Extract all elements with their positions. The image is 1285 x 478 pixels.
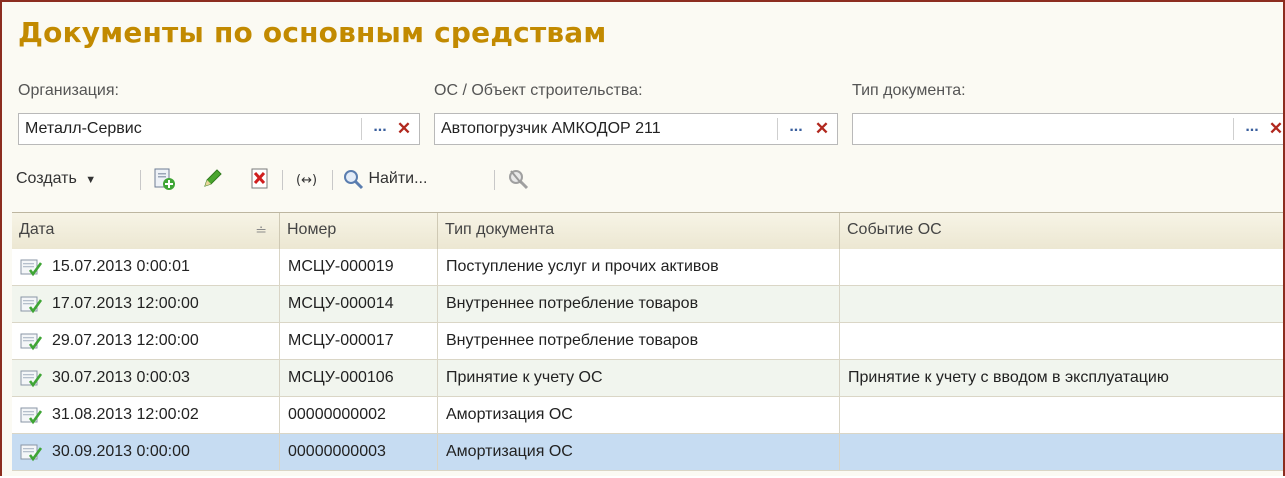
organization-clear-button[interactable]: ✕ xyxy=(395,118,413,140)
column-header-number[interactable]: Номер xyxy=(280,213,438,249)
column-header-label: Тип документа xyxy=(445,221,555,238)
cell-date: 31.08.2013 12:00:02 xyxy=(12,397,280,433)
cell-number: МСЦУ-000106 xyxy=(280,360,438,396)
table-header: Дата ≐ Номер Тип документа Событие ОС xyxy=(12,212,1283,250)
field-divider xyxy=(361,118,362,140)
organization-label: Организация: xyxy=(18,82,119,99)
table-row[interactable]: 17.07.2013 12:00:00 МСЦУ-000014 Внутреннее… xyxy=(12,286,1283,323)
column-header-label: Дата xyxy=(19,221,55,238)
column-header-label: Номер xyxy=(287,221,337,238)
clear-search-icon[interactable] xyxy=(506,167,530,197)
cell-event xyxy=(840,286,1283,322)
cell-date: 30.09.2013 0:00:00 xyxy=(12,434,280,470)
organization-value: Металл-Сервис xyxy=(25,120,142,137)
cell-number: МСЦУ-000017 xyxy=(280,323,438,359)
find-button[interactable]: Найти... xyxy=(342,164,427,194)
doctype-select-button[interactable]: ... xyxy=(1241,118,1263,140)
add-copy-icon[interactable] xyxy=(152,167,176,197)
cell-doctype: Внутреннее потребление товаров xyxy=(438,286,840,322)
cell-number: МСЦУ-000019 xyxy=(280,249,438,285)
cell-date: 29.07.2013 12:00:00 xyxy=(12,323,280,359)
table-row[interactable]: 15.07.2013 0:00:01 МСЦУ-000019 Поступление… xyxy=(12,249,1283,286)
cell-number: 00000000002 xyxy=(280,397,438,433)
table-row[interactable]: 30.07.2013 0:00:03 МСЦУ-000106 Принятие к … xyxy=(12,360,1283,397)
os-select-button[interactable]: ... xyxy=(785,118,807,140)
cell-event xyxy=(840,249,1283,285)
toolbar-divider xyxy=(282,170,283,190)
os-field[interactable]: Автопогрузчик АМКОДОР 211 ... ✕ xyxy=(434,113,838,145)
cell-number: МСЦУ-000014 xyxy=(280,286,438,322)
svg-text:(↔): (↔) xyxy=(296,173,317,188)
cell-date: 17.07.2013 12:00:00 xyxy=(12,286,280,322)
table-row[interactable]: 31.08.2013 12:00:02 00000000002 Амортизаци… xyxy=(12,397,1283,434)
table-row[interactable]: 30.09.2013 0:00:00 00000000003 Амортизация… xyxy=(12,434,1283,471)
doctype-field[interactable]: ... ✕ xyxy=(852,113,1283,145)
field-divider xyxy=(1233,118,1234,140)
column-header-event[interactable]: Событие ОС xyxy=(840,213,1283,249)
cell-doctype: Амортизация ОС xyxy=(438,397,840,433)
organization-select-button[interactable]: ... xyxy=(369,118,391,140)
delete-mark-icon[interactable] xyxy=(248,167,272,197)
window-frame: Документы по основным средствам Организа… xyxy=(0,0,1285,476)
chevron-down-icon: ▼ xyxy=(85,174,97,186)
column-header-label: Событие ОС xyxy=(847,221,942,238)
cell-event: Принятие к учету с вводом в эксплуатацию xyxy=(848,369,1169,386)
table-row[interactable]: 29.07.2013 12:00:00 МСЦУ-000017 Внутреннее… xyxy=(12,323,1283,360)
cell-event xyxy=(840,434,1283,470)
doctype-label: Тип документа: xyxy=(852,82,966,99)
toolbar-divider xyxy=(494,170,495,190)
create-label: Создать xyxy=(16,170,77,187)
doctype-clear-button[interactable]: ✕ xyxy=(1267,118,1283,140)
cell-date: 15.07.2013 0:00:01 xyxy=(12,249,280,285)
find-label: Найти... xyxy=(368,170,428,187)
os-clear-button[interactable]: ✕ xyxy=(813,118,831,140)
search-icon xyxy=(342,168,364,190)
os-value: Автопогрузчик АМКОДОР 211 xyxy=(441,120,661,137)
toolbar-divider xyxy=(332,170,333,190)
page-title: Документы по основным средствам xyxy=(18,16,607,49)
cell-event xyxy=(840,323,1283,359)
cell-doctype: Внутреннее потребление товаров xyxy=(438,323,840,359)
cell-doctype: Поступление услуг и прочих активов xyxy=(438,249,840,285)
toolbar-divider xyxy=(140,170,141,190)
organization-field[interactable]: Металл-Сервис ... ✕ xyxy=(18,113,420,145)
reorder-arrows-icon[interactable]: (↔) xyxy=(294,164,320,194)
os-label: ОС / Объект строительства: xyxy=(434,82,643,99)
edit-pencil-icon[interactable] xyxy=(200,167,224,197)
field-divider xyxy=(777,118,778,140)
cell-event xyxy=(840,397,1283,433)
column-header-doctype[interactable]: Тип документа xyxy=(438,213,840,249)
sort-ascending-icon: ≐ xyxy=(255,222,267,238)
column-header-date[interactable]: Дата ≐ xyxy=(12,213,280,249)
cell-doctype: Амортизация ОС xyxy=(438,434,840,470)
cell-date: 30.07.2013 0:00:03 xyxy=(12,360,280,396)
cell-doctype: Принятие к учету ОС xyxy=(438,360,840,396)
toolbar: Создать ▼ (↔) Найти... xyxy=(12,164,1282,194)
create-button[interactable]: Создать ▼ xyxy=(16,164,96,194)
cell-number: 00000000003 xyxy=(280,434,438,470)
